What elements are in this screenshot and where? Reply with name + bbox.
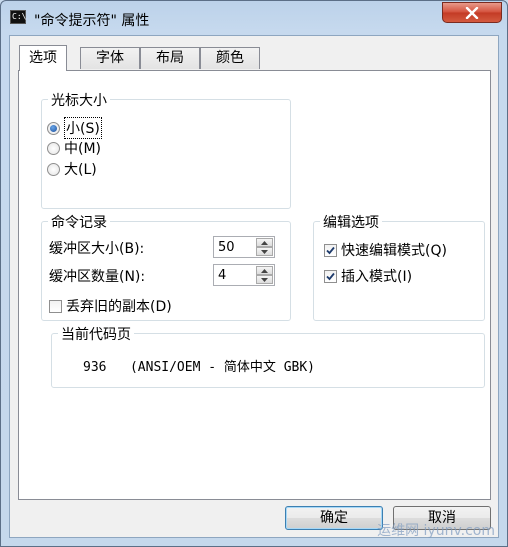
console-app-icon[interactable]: C:\ [10, 10, 26, 24]
close-button[interactable] [442, 2, 502, 23]
code-page-legend: 当前代码页 [58, 324, 134, 344]
close-x-icon [465, 6, 479, 19]
buffer-count-up-button[interactable] [256, 266, 273, 275]
insert-mode-option[interactable]: 插入模式(I) [324, 266, 412, 286]
cursor-size-legend: 光标大小 [48, 90, 110, 110]
cursor-large-label: 大(L) [64, 162, 97, 178]
discard-old-option[interactable]: 丢弃旧的副本(D) [49, 296, 172, 316]
quick-edit-option[interactable]: 快速编辑模式(Q) [324, 240, 447, 260]
tab-layout[interactable]: 布局 [140, 47, 200, 69]
title-bar[interactable]: C:\ "命令提示符" 属性 [1, 1, 507, 35]
arrow-down-icon [261, 249, 268, 254]
command-history-legend: 命令记录 [48, 212, 110, 232]
dialog-client-area: 选项 字体 布局 颜色 光标大小 小(S) 中(M) 大(L) 命令记录 缓冲区… [9, 35, 499, 538]
cursor-medium-option[interactable]: 中(M) [47, 138, 101, 158]
insert-mode-checkbox[interactable] [324, 269, 337, 283]
buffer-size-input[interactable] [214, 237, 258, 257]
quick-edit-checkbox[interactable] [324, 243, 337, 257]
cursor-small-option[interactable]: 小(S) [47, 117, 102, 139]
buffer-count-down-button[interactable] [256, 275, 273, 284]
cursor-medium-label: 中(M) [64, 141, 102, 157]
window-title: "命令提示符" 属性 [34, 13, 150, 29]
watermark-logo: 运维网 iyunv.com [377, 523, 495, 539]
cursor-small-label: 小(S) [64, 117, 102, 139]
arrow-up-icon [261, 240, 268, 245]
discard-old-label: 丢弃旧的副本(D) [66, 299, 172, 315]
arrow-up-icon [261, 268, 268, 273]
cursor-large-radio[interactable] [47, 162, 60, 176]
ok-button[interactable]: 确定 [285, 506, 383, 530]
buffer-size-label: 缓冲区大小(B): [49, 241, 145, 257]
checkmark-icon [326, 272, 335, 280]
checkmark-icon [326, 246, 335, 254]
discard-old-checkbox[interactable] [49, 299, 62, 313]
tab-colors[interactable]: 颜色 [200, 47, 260, 69]
arrow-down-icon [261, 277, 268, 282]
cursor-large-option[interactable]: 大(L) [47, 159, 97, 179]
buffer-size-up-button[interactable] [256, 238, 273, 247]
code-page-value: 936 (ANSI/OEM - 简体中文 GBK) [83, 360, 316, 375]
tab-font[interactable]: 字体 [80, 47, 140, 69]
buffer-count-label: 缓冲区数量(N): [49, 269, 146, 285]
buffer-count-input[interactable] [214, 265, 258, 285]
cursor-small-radio[interactable] [47, 121, 60, 135]
quick-edit-label: 快速编辑模式(Q) [341, 243, 447, 259]
buffer-size-down-button[interactable] [256, 247, 273, 256]
properties-window: C:\ "命令提示符" 属性 选项 字体 布局 颜色 光标大小 小(S) 中(M… [0, 0, 508, 547]
buffer-count-spinner[interactable] [213, 264, 275, 286]
insert-mode-label: 插入模式(I) [341, 269, 413, 285]
options-tab-panel: 光标大小 小(S) 中(M) 大(L) 命令记录 缓冲区大小(B): 50 缓冲… [18, 70, 491, 500]
edit-options-legend: 编辑选项 [320, 212, 382, 232]
tab-options[interactable]: 选项 [19, 45, 67, 71]
buffer-size-spinner[interactable] [213, 236, 275, 258]
cursor-medium-radio[interactable] [47, 141, 60, 155]
